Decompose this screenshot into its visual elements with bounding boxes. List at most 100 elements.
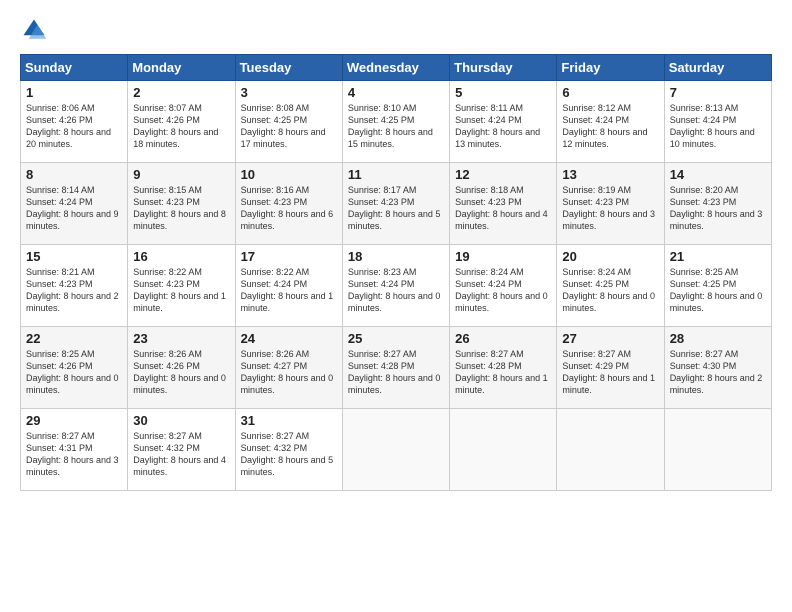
day-number: 29	[26, 413, 122, 428]
cell-content: Sunrise: 8:06 AMSunset: 4:26 PMDaylight:…	[26, 102, 122, 151]
calendar-cell: 16 Sunrise: 8:22 AMSunset: 4:23 PMDaylig…	[128, 245, 235, 327]
cell-content: Sunrise: 8:26 AMSunset: 4:26 PMDaylight:…	[133, 348, 229, 397]
calendar-cell: 15 Sunrise: 8:21 AMSunset: 4:23 PMDaylig…	[21, 245, 128, 327]
logo	[20, 16, 52, 44]
cell-content: Sunrise: 8:07 AMSunset: 4:26 PMDaylight:…	[133, 102, 229, 151]
calendar-cell: 13 Sunrise: 8:19 AMSunset: 4:23 PMDaylig…	[557, 163, 664, 245]
calendar-cell: 14 Sunrise: 8:20 AMSunset: 4:23 PMDaylig…	[664, 163, 771, 245]
cell-content: Sunrise: 8:27 AMSunset: 4:32 PMDaylight:…	[241, 430, 337, 479]
day-number: 25	[348, 331, 444, 346]
day-number: 18	[348, 249, 444, 264]
cell-content: Sunrise: 8:11 AMSunset: 4:24 PMDaylight:…	[455, 102, 551, 151]
calendar-cell: 19 Sunrise: 8:24 AMSunset: 4:24 PMDaylig…	[450, 245, 557, 327]
header	[20, 16, 772, 44]
calendar-cell: 11 Sunrise: 8:17 AMSunset: 4:23 PMDaylig…	[342, 163, 449, 245]
cell-content: Sunrise: 8:27 AMSunset: 4:28 PMDaylight:…	[348, 348, 444, 397]
day-number: 8	[26, 167, 122, 182]
day-number: 31	[241, 413, 337, 428]
calendar-week-row: 8 Sunrise: 8:14 AMSunset: 4:24 PMDayligh…	[21, 163, 772, 245]
day-number: 3	[241, 85, 337, 100]
day-number: 20	[562, 249, 658, 264]
calendar-body: 1 Sunrise: 8:06 AMSunset: 4:26 PMDayligh…	[21, 81, 772, 491]
weekday-header: Wednesday	[342, 55, 449, 81]
calendar-cell: 18 Sunrise: 8:23 AMSunset: 4:24 PMDaylig…	[342, 245, 449, 327]
weekday-header: Saturday	[664, 55, 771, 81]
cell-content: Sunrise: 8:20 AMSunset: 4:23 PMDaylight:…	[670, 184, 766, 233]
cell-content: Sunrise: 8:08 AMSunset: 4:25 PMDaylight:…	[241, 102, 337, 151]
cell-content: Sunrise: 8:15 AMSunset: 4:23 PMDaylight:…	[133, 184, 229, 233]
calendar-week-row: 29 Sunrise: 8:27 AMSunset: 4:31 PMDaylig…	[21, 409, 772, 491]
cell-content: Sunrise: 8:23 AMSunset: 4:24 PMDaylight:…	[348, 266, 444, 315]
cell-content: Sunrise: 8:27 AMSunset: 4:28 PMDaylight:…	[455, 348, 551, 397]
cell-content: Sunrise: 8:16 AMSunset: 4:23 PMDaylight:…	[241, 184, 337, 233]
calendar-cell: 8 Sunrise: 8:14 AMSunset: 4:24 PMDayligh…	[21, 163, 128, 245]
logo-icon	[20, 16, 48, 44]
calendar-cell: 4 Sunrise: 8:10 AMSunset: 4:25 PMDayligh…	[342, 81, 449, 163]
calendar-table: SundayMondayTuesdayWednesdayThursdayFrid…	[20, 54, 772, 491]
cell-content: Sunrise: 8:27 AMSunset: 4:32 PMDaylight:…	[133, 430, 229, 479]
cell-content: Sunrise: 8:18 AMSunset: 4:23 PMDaylight:…	[455, 184, 551, 233]
calendar-cell	[664, 409, 771, 491]
cell-content: Sunrise: 8:17 AMSunset: 4:23 PMDaylight:…	[348, 184, 444, 233]
day-number: 14	[670, 167, 766, 182]
day-number: 15	[26, 249, 122, 264]
day-number: 16	[133, 249, 229, 264]
day-number: 6	[562, 85, 658, 100]
day-number: 19	[455, 249, 551, 264]
calendar-cell: 21 Sunrise: 8:25 AMSunset: 4:25 PMDaylig…	[664, 245, 771, 327]
cell-content: Sunrise: 8:26 AMSunset: 4:27 PMDaylight:…	[241, 348, 337, 397]
calendar-cell: 23 Sunrise: 8:26 AMSunset: 4:26 PMDaylig…	[128, 327, 235, 409]
calendar-cell: 25 Sunrise: 8:27 AMSunset: 4:28 PMDaylig…	[342, 327, 449, 409]
day-number: 30	[133, 413, 229, 428]
cell-content: Sunrise: 8:24 AMSunset: 4:25 PMDaylight:…	[562, 266, 658, 315]
weekday-header: Thursday	[450, 55, 557, 81]
cell-content: Sunrise: 8:24 AMSunset: 4:24 PMDaylight:…	[455, 266, 551, 315]
day-number: 28	[670, 331, 766, 346]
weekday-header: Monday	[128, 55, 235, 81]
calendar-cell	[450, 409, 557, 491]
calendar-week-row: 1 Sunrise: 8:06 AMSunset: 4:26 PMDayligh…	[21, 81, 772, 163]
day-number: 26	[455, 331, 551, 346]
weekday-header: Friday	[557, 55, 664, 81]
cell-content: Sunrise: 8:27 AMSunset: 4:30 PMDaylight:…	[670, 348, 766, 397]
calendar-week-row: 15 Sunrise: 8:21 AMSunset: 4:23 PMDaylig…	[21, 245, 772, 327]
calendar-cell: 28 Sunrise: 8:27 AMSunset: 4:30 PMDaylig…	[664, 327, 771, 409]
cell-content: Sunrise: 8:25 AMSunset: 4:25 PMDaylight:…	[670, 266, 766, 315]
day-number: 1	[26, 85, 122, 100]
calendar-cell: 24 Sunrise: 8:26 AMSunset: 4:27 PMDaylig…	[235, 327, 342, 409]
cell-content: Sunrise: 8:14 AMSunset: 4:24 PMDaylight:…	[26, 184, 122, 233]
day-number: 7	[670, 85, 766, 100]
calendar-week-row: 22 Sunrise: 8:25 AMSunset: 4:26 PMDaylig…	[21, 327, 772, 409]
day-number: 13	[562, 167, 658, 182]
calendar-cell: 31 Sunrise: 8:27 AMSunset: 4:32 PMDaylig…	[235, 409, 342, 491]
day-number: 22	[26, 331, 122, 346]
cell-content: Sunrise: 8:19 AMSunset: 4:23 PMDaylight:…	[562, 184, 658, 233]
day-number: 4	[348, 85, 444, 100]
calendar-cell: 20 Sunrise: 8:24 AMSunset: 4:25 PMDaylig…	[557, 245, 664, 327]
weekday-header: Tuesday	[235, 55, 342, 81]
calendar-cell: 6 Sunrise: 8:12 AMSunset: 4:24 PMDayligh…	[557, 81, 664, 163]
day-number: 10	[241, 167, 337, 182]
calendar-cell: 1 Sunrise: 8:06 AMSunset: 4:26 PMDayligh…	[21, 81, 128, 163]
day-number: 23	[133, 331, 229, 346]
calendar-cell: 7 Sunrise: 8:13 AMSunset: 4:24 PMDayligh…	[664, 81, 771, 163]
cell-content: Sunrise: 8:13 AMSunset: 4:24 PMDaylight:…	[670, 102, 766, 151]
calendar-cell: 3 Sunrise: 8:08 AMSunset: 4:25 PMDayligh…	[235, 81, 342, 163]
calendar-cell: 26 Sunrise: 8:27 AMSunset: 4:28 PMDaylig…	[450, 327, 557, 409]
day-number: 21	[670, 249, 766, 264]
calendar-cell	[342, 409, 449, 491]
day-number: 24	[241, 331, 337, 346]
calendar-cell: 5 Sunrise: 8:11 AMSunset: 4:24 PMDayligh…	[450, 81, 557, 163]
calendar-cell: 10 Sunrise: 8:16 AMSunset: 4:23 PMDaylig…	[235, 163, 342, 245]
day-number: 9	[133, 167, 229, 182]
calendar-cell: 27 Sunrise: 8:27 AMSunset: 4:29 PMDaylig…	[557, 327, 664, 409]
page: SundayMondayTuesdayWednesdayThursdayFrid…	[0, 0, 792, 612]
cell-content: Sunrise: 8:22 AMSunset: 4:24 PMDaylight:…	[241, 266, 337, 315]
cell-content: Sunrise: 8:22 AMSunset: 4:23 PMDaylight:…	[133, 266, 229, 315]
calendar-cell: 9 Sunrise: 8:15 AMSunset: 4:23 PMDayligh…	[128, 163, 235, 245]
day-number: 12	[455, 167, 551, 182]
calendar-cell: 2 Sunrise: 8:07 AMSunset: 4:26 PMDayligh…	[128, 81, 235, 163]
calendar-cell: 22 Sunrise: 8:25 AMSunset: 4:26 PMDaylig…	[21, 327, 128, 409]
day-number: 11	[348, 167, 444, 182]
day-number: 5	[455, 85, 551, 100]
